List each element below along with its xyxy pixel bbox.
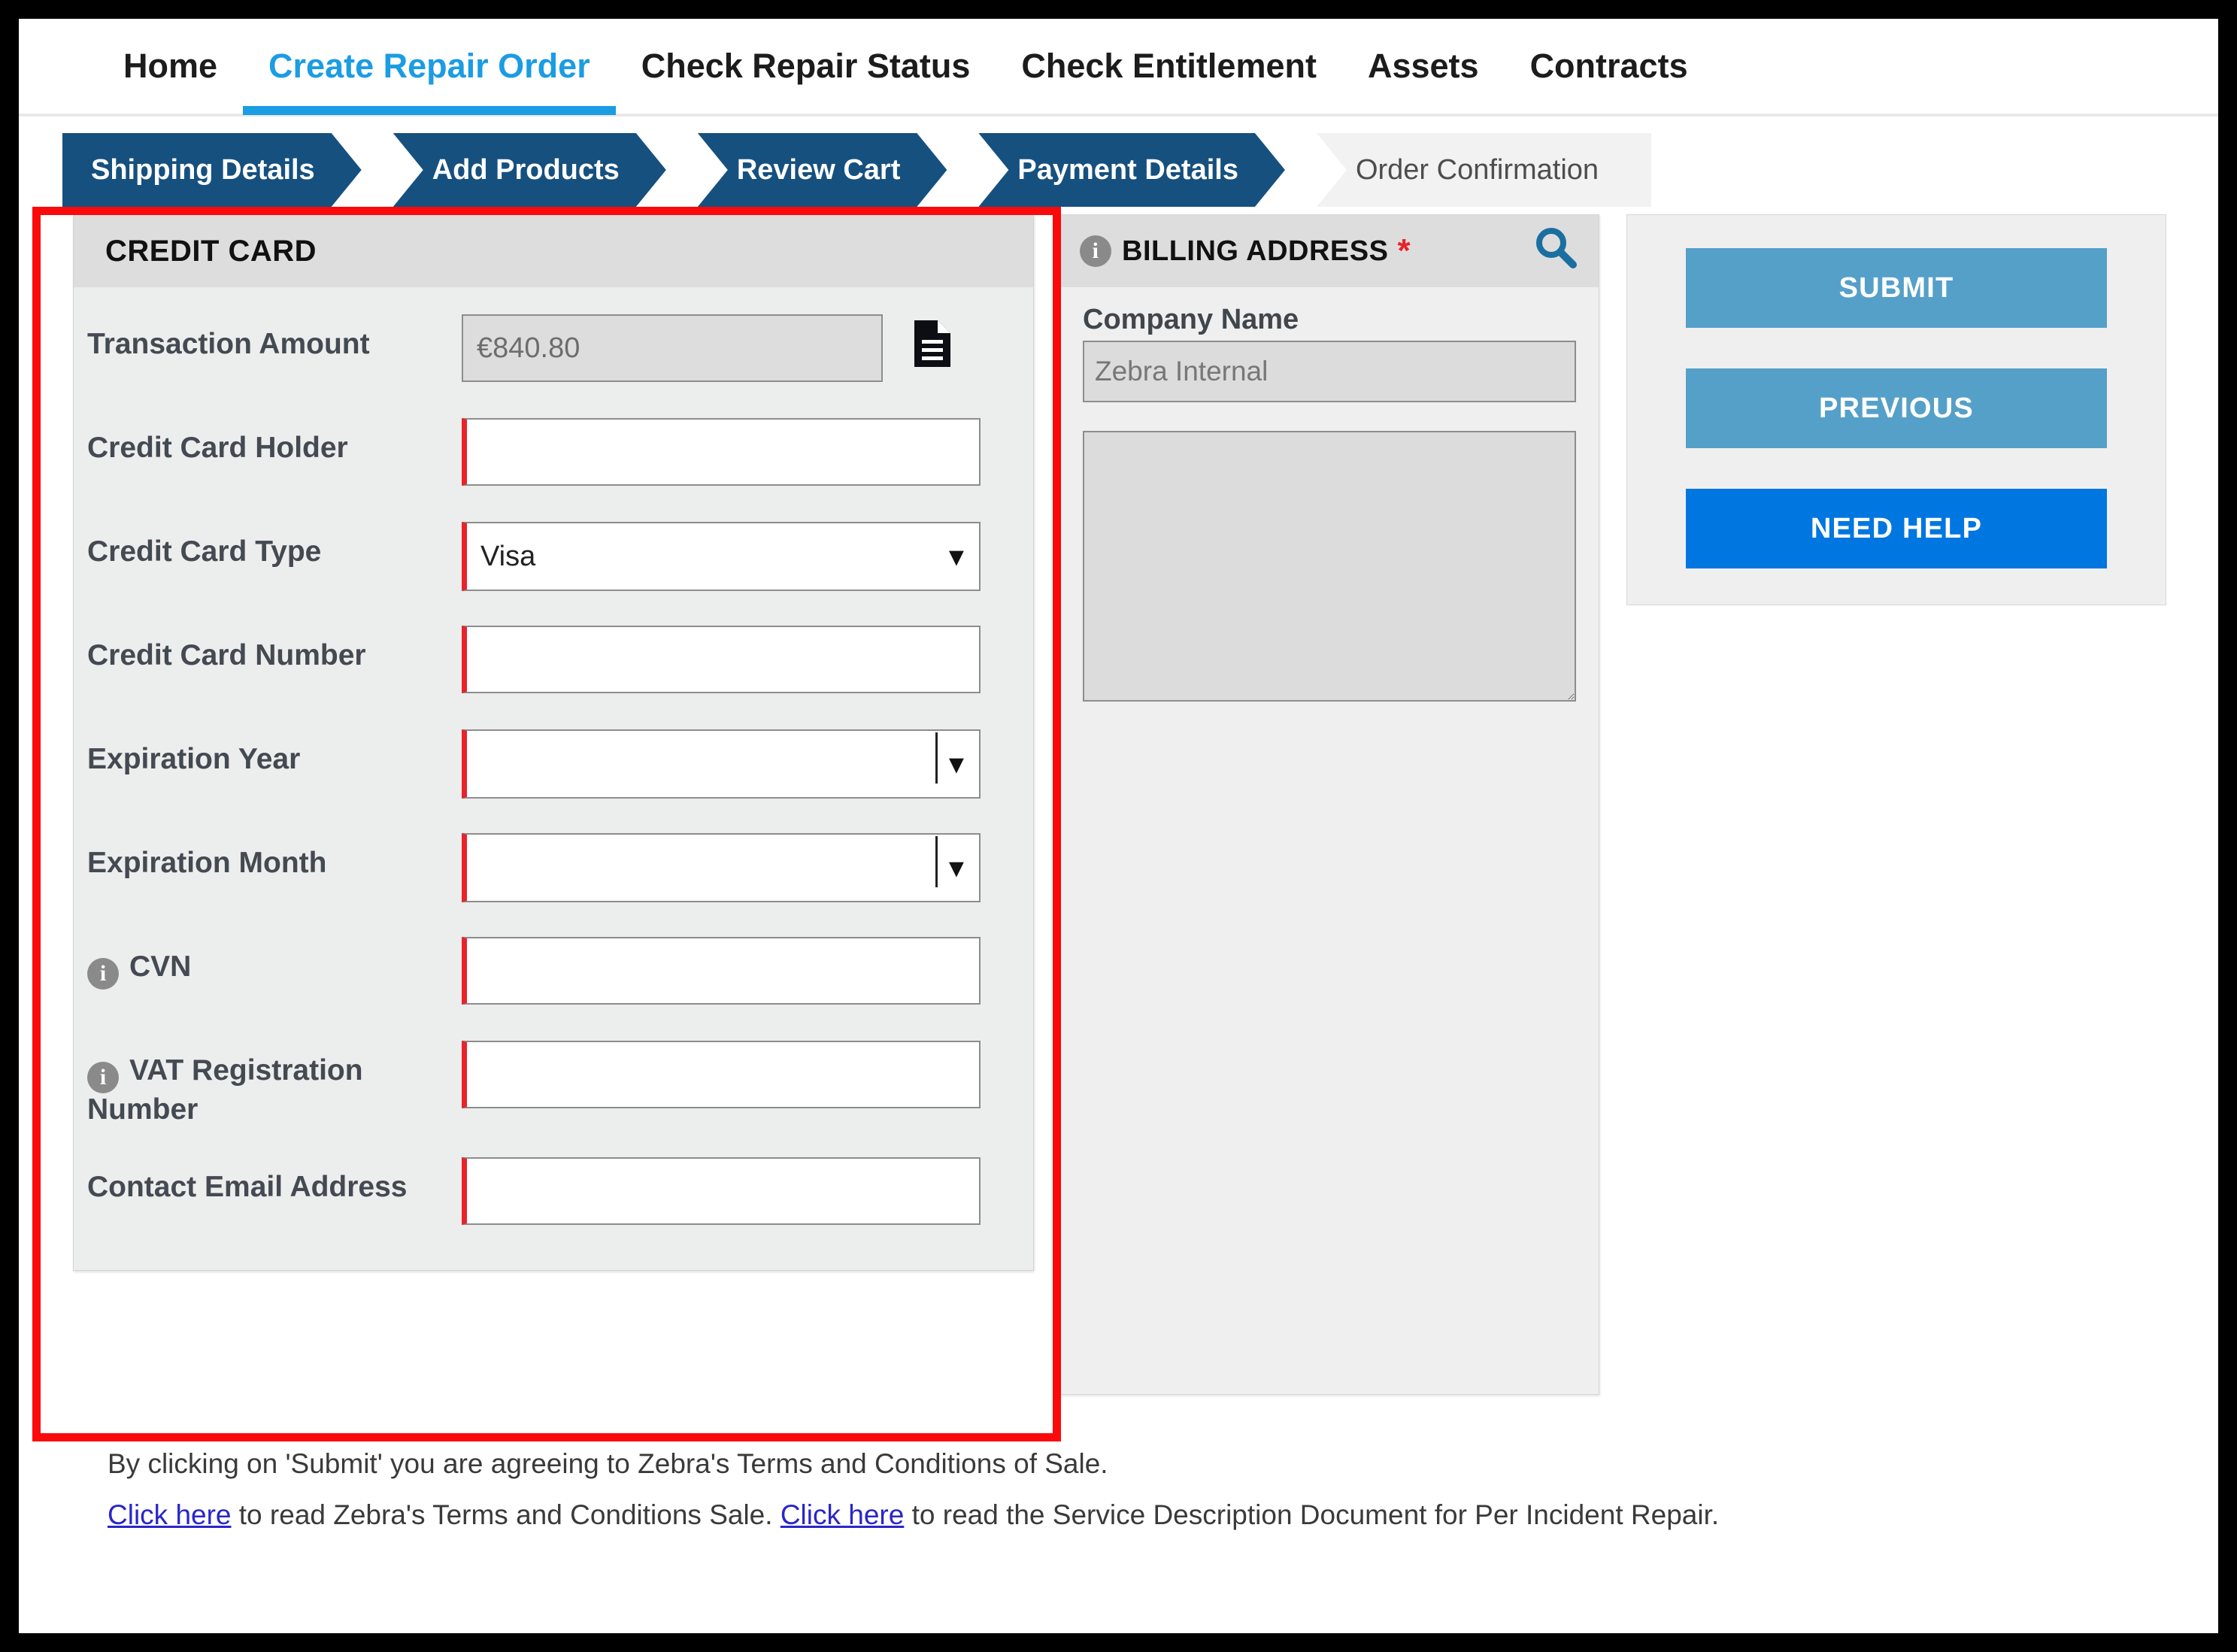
info-icon[interactable]: i (87, 957, 119, 990)
label-cvn: i CVN (87, 937, 462, 990)
nav-item-check-repair-status[interactable]: Check Repair Status (616, 17, 996, 115)
label-card-holder: Credit Card Holder (87, 432, 348, 464)
step-shipping-details[interactable]: Shipping Details (62, 133, 362, 207)
nav-label: Create Repair Order (268, 47, 590, 85)
nav-item-check-entitlement[interactable]: Check Entitlement (996, 17, 1342, 115)
cvn-input[interactable] (462, 937, 981, 1005)
label-text: VAT Registration Number (87, 1054, 363, 1126)
nav-label: Check Repair Status (641, 47, 971, 85)
checkout-stepper: Shipping Details Add Products Review Car… (19, 117, 2218, 207)
payment-content: CREDIT CARD Transaction Amount €840.80 C… (19, 207, 2218, 1441)
submit-button[interactable]: SUBMIT (1686, 248, 2107, 328)
nav-label: Check Entitlement (1021, 47, 1317, 85)
terms-text-end: to read the Service Description Document… (904, 1499, 1720, 1531)
field-row-card-number: Credit Card Number (87, 626, 1003, 698)
vat-registration-number-input[interactable] (462, 1041, 981, 1108)
billing-address-form: Company Name (1060, 287, 1599, 705)
step-label: Shipping Details (91, 153, 315, 186)
step-review-cart[interactable]: Review Cart (698, 133, 947, 207)
panel-title-text: BILLING ADDRESS (1122, 235, 1389, 267)
field-row-card-holder: Credit Card Holder (87, 418, 1003, 490)
terms-footer: By clicking on 'Submit' you are agreeing… (19, 1395, 2218, 1541)
nav-label: Contracts (1529, 47, 1688, 85)
nav-item-home[interactable]: Home (98, 17, 243, 115)
nav-item-create-repair-order[interactable]: Create Repair Order (243, 17, 616, 115)
field-row-contact-email: Contact Email Address (87, 1157, 1003, 1229)
expiration-year-select[interactable] (462, 729, 981, 799)
label-card-number: Credit Card Number (87, 639, 366, 671)
label-vat-number: i VAT Registration Number (87, 1041, 462, 1126)
search-icon[interactable] (1532, 224, 1579, 278)
field-row-expiration-year: Expiration Year ▾ (87, 729, 1003, 802)
credit-card-holder-input[interactable] (462, 418, 981, 486)
label-transaction-amount: Transaction Amount (87, 328, 370, 360)
main-navigation: Home Create Repair Order Check Repair St… (19, 19, 2218, 117)
info-icon[interactable]: i (1080, 235, 1111, 267)
billing-address-panel: i BILLING ADDRESS * Company Name (1059, 214, 1599, 1395)
app-frame: Home Create Repair Order Check Repair St… (19, 19, 2218, 1633)
service-description-link[interactable]: Click here (781, 1499, 905, 1530)
terms-line-2: Click here to read Zebra's Terms and Con… (108, 1490, 2218, 1541)
info-icon[interactable]: i (87, 1061, 119, 1093)
field-row-cvn: i CVN (87, 937, 1003, 1009)
terms-line-1: By clicking on 'Submit' you are agreeing… (108, 1448, 1108, 1479)
document-icon[interactable] (913, 319, 952, 368)
required-asterisk: * (1397, 232, 1411, 269)
action-buttons-panel: SUBMIT PREVIOUS NEED HELP (1626, 214, 2166, 605)
step-label: Review Cart (736, 153, 901, 186)
transaction-amount-input (462, 314, 883, 382)
step-add-products[interactable]: Add Products (393, 133, 666, 207)
nav-item-contracts[interactable]: Contracts (1505, 17, 1714, 115)
credit-card-panel: CREDIT CARD Transaction Amount €840.80 C… (73, 214, 1034, 1272)
credit-card-type-select[interactable]: Visa (462, 522, 981, 591)
step-order-confirmation[interactable]: Order Confirmation (1316, 133, 1652, 207)
terms-conditions-link[interactable]: Click here (108, 1499, 232, 1530)
panel-title-text: CREDIT CARD (105, 234, 317, 268)
label-expiration-year: Expiration Year (87, 743, 301, 775)
field-row-card-type: Credit Card Type Visa ▾ (87, 522, 1003, 594)
terms-text-mid: to read Zebra's Terms and Conditions Sal… (231, 1499, 781, 1531)
credit-card-form: Transaction Amount €840.80 Credit Card H… (74, 287, 1033, 1270)
field-row-vat-number: i VAT Registration Number (87, 1041, 1003, 1126)
label-text: CVN (129, 950, 192, 983)
field-row-transaction-amount: Transaction Amount (87, 314, 1003, 386)
contact-email-address-input[interactable] (462, 1157, 981, 1226)
nav-label: Assets (1367, 47, 1479, 85)
credit-card-number-input[interactable] (462, 626, 981, 693)
billing-address-panel-title: i BILLING ADDRESS * (1060, 215, 1599, 287)
step-payment-details[interactable]: Payment Details (978, 133, 1285, 207)
nav-label: Home (123, 47, 218, 85)
expiration-month-select[interactable] (462, 833, 981, 902)
nav-item-assets[interactable]: Assets (1342, 17, 1505, 115)
label-company-name: Company Name (1083, 304, 1299, 335)
label-expiration-month: Expiration Month (87, 847, 327, 879)
need-help-button[interactable]: NEED HELP (1686, 489, 2107, 568)
label-contact-email: Contact Email Address (87, 1171, 408, 1204)
field-row-expiration-month: Expiration Month ▾ (87, 833, 1003, 905)
step-label: Payment Details (1017, 153, 1238, 186)
company-name-input (1083, 341, 1576, 402)
credit-card-panel-title: CREDIT CARD (74, 215, 1033, 287)
step-label: Order Confirmation (1355, 153, 1599, 186)
step-label: Add Products (432, 153, 620, 186)
label-card-type: Credit Card Type (87, 535, 322, 568)
previous-button[interactable]: PREVIOUS (1686, 368, 2107, 448)
billing-address-textarea[interactable] (1083, 431, 1576, 702)
